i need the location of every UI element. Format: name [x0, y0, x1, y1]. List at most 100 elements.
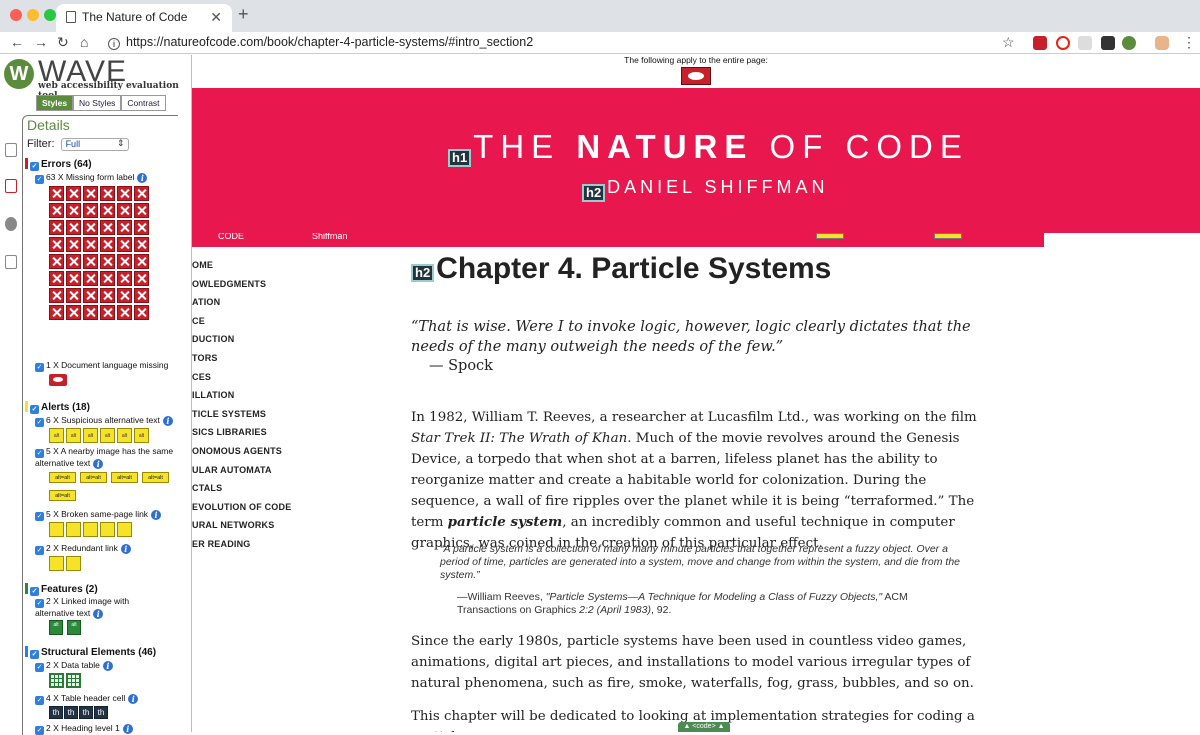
missing-form-label-icon[interactable] [100, 288, 115, 303]
back-icon[interactable]: ← [10, 34, 24, 50]
table-header-icon[interactable]: th [94, 706, 108, 719]
broken-link-icon[interactable] [100, 522, 115, 537]
toc-item[interactable]: CE [192, 316, 205, 326]
alert-icon[interactable] [934, 233, 962, 239]
data-table-icon[interactable] [66, 673, 81, 688]
linked-image-icon[interactable]: alt [49, 620, 63, 635]
tab-contrast[interactable]: Contrast [121, 95, 166, 111]
missing-form-label-icon[interactable] [66, 305, 81, 320]
info-icon[interactable]: i [108, 38, 120, 50]
toc-item[interactable]: ILLATION [192, 390, 234, 400]
missing-form-label-icon[interactable] [49, 237, 64, 252]
reload-icon[interactable]: ↻ [57, 34, 69, 51]
missing-form-label-icon[interactable] [134, 271, 149, 286]
alerts-heading[interactable]: ✓ Alerts (18) [25, 401, 90, 414]
missing-form-label-icon[interactable] [83, 220, 98, 235]
extension-red-icon[interactable] [1033, 36, 1047, 50]
table-header-icon[interactable]: th [49, 706, 63, 719]
missing-form-label-icon[interactable] [83, 271, 98, 286]
nav-strip-author[interactable]: Shiffman [312, 233, 347, 241]
table-header-icon[interactable]: th [64, 706, 78, 719]
missing-form-label-icon[interactable] [117, 254, 132, 269]
missing-form-label-icon[interactable] [134, 237, 149, 252]
missing-form-label-icon[interactable] [66, 237, 81, 252]
forward-icon[interactable]: → [34, 34, 48, 50]
broken-link-icon[interactable] [66, 522, 81, 537]
missing-form-label-icon[interactable] [66, 288, 81, 303]
missing-form-label-icon[interactable] [117, 288, 132, 303]
alert-broken-link[interactable]: ✓ 5 X Broken same-page link i [35, 509, 162, 521]
maximize-window-button[interactable] [44, 9, 56, 21]
missing-form-label-icon[interactable] [134, 220, 149, 235]
missing-form-label-icon[interactable] [100, 254, 115, 269]
missing-form-label-icon[interactable] [117, 203, 132, 218]
minimize-window-button[interactable] [27, 9, 39, 21]
structure-table-header[interactable]: ✓ 4 X Table header cell i [35, 693, 139, 705]
feature-linked-image[interactable]: ✓ 2 X Linked image with alternative text i [35, 596, 165, 619]
redundant-link-icon[interactable] [49, 556, 64, 571]
nav-strip-code[interactable]: CODE [218, 233, 244, 241]
missing-form-label-icon[interactable] [49, 271, 64, 286]
missing-form-label-icon[interactable] [100, 271, 115, 286]
missing-form-label-icon[interactable] [66, 254, 81, 269]
missing-form-label-icon[interactable] [66, 220, 81, 235]
missing-form-label-icon[interactable] [83, 288, 98, 303]
missing-form-label-icon[interactable] [100, 203, 115, 218]
missing-form-label-icon[interactable] [117, 220, 132, 235]
missing-form-label-icon[interactable] [100, 305, 115, 320]
missing-form-label-icon[interactable] [49, 203, 64, 218]
alert-suspicious-alt[interactable]: ✓ 6 X Suspicious alternative text i [35, 415, 173, 427]
url-field[interactable]: i https://natureofcode.com/book/chapter-4… [108, 35, 533, 50]
missing-form-label-icon[interactable] [134, 305, 149, 320]
toc-item[interactable]: SICS LIBRARIES [192, 427, 267, 437]
toc-item[interactable]: EVOLUTION OF CODE [192, 502, 291, 512]
suspicious-alt-icon[interactable]: alt [117, 428, 132, 443]
hand-extension-icon[interactable] [1155, 36, 1169, 50]
missing-form-label-icon[interactable] [134, 254, 149, 269]
structural-heading[interactable]: ✓ Structural Elements (46) [25, 646, 156, 659]
close-window-button[interactable] [10, 9, 22, 21]
h1-badge-icon[interactable]: h1 [448, 149, 472, 167]
h2-badge-icon[interactable]: h2 [411, 264, 435, 282]
extension-grey-icon[interactable] [1078, 36, 1092, 50]
extension-opera-icon[interactable] [1056, 36, 1070, 50]
suspicious-alt-icon[interactable]: alt [134, 428, 149, 443]
alt-equal-icon[interactable]: alt=alt [142, 472, 169, 483]
home-icon[interactable]: ⌂ [80, 34, 88, 50]
suspicious-alt-icon[interactable]: alt [100, 428, 115, 443]
missing-form-label-icon[interactable] [66, 271, 81, 286]
reference-info-icon[interactable] [5, 217, 17, 231]
features-heading[interactable]: ✓ Features (2) [25, 583, 98, 596]
missing-form-label-icon[interactable] [134, 186, 149, 201]
errors-heading[interactable]: ✓ Errors (64) [25, 158, 92, 171]
suspicious-alt-icon[interactable]: alt [83, 428, 98, 443]
toc-item[interactable]: DUCTION [192, 334, 234, 344]
extension-dark-icon[interactable] [1101, 36, 1115, 50]
missing-form-label-icon[interactable] [117, 271, 132, 286]
missing-form-label-icon[interactable] [83, 186, 98, 201]
close-tab-icon[interactable]: ✕ [210, 4, 222, 30]
missing-form-label-icon[interactable] [66, 186, 81, 201]
missing-form-label-icon[interactable] [49, 305, 64, 320]
missing-form-label-icon[interactable] [117, 305, 132, 320]
toc-item[interactable]: CES [192, 372, 211, 382]
details-flag-icon[interactable] [5, 179, 17, 193]
missing-form-label-icon[interactable] [100, 220, 115, 235]
structure-data-table[interactable]: ✓ 2 X Data table i [35, 660, 113, 672]
toc-item[interactable]: CTALS [192, 483, 222, 493]
wave-extension-icon[interactable] [1122, 36, 1136, 50]
tab-styles[interactable]: Styles [36, 95, 74, 111]
missing-form-label-icon[interactable] [83, 305, 98, 320]
documentation-icon[interactable] [5, 255, 17, 269]
broken-link-icon[interactable] [49, 522, 64, 537]
toc-item[interactable]: TORS [192, 353, 218, 363]
alt-equal-icon[interactable]: alt=alt [49, 490, 76, 501]
filter-select[interactable]: Full [60, 138, 129, 151]
missing-form-label-icon[interactable] [49, 254, 64, 269]
toc-item[interactable]: ATION [192, 297, 220, 307]
broken-link-icon[interactable] [83, 522, 98, 537]
toc-item[interactable]: ONOMOUS AGENTS [192, 446, 282, 456]
alert-icon[interactable] [816, 233, 844, 239]
tab-no-styles[interactable]: No Styles [73, 95, 122, 111]
suspicious-alt-icon[interactable]: alt [49, 428, 64, 443]
